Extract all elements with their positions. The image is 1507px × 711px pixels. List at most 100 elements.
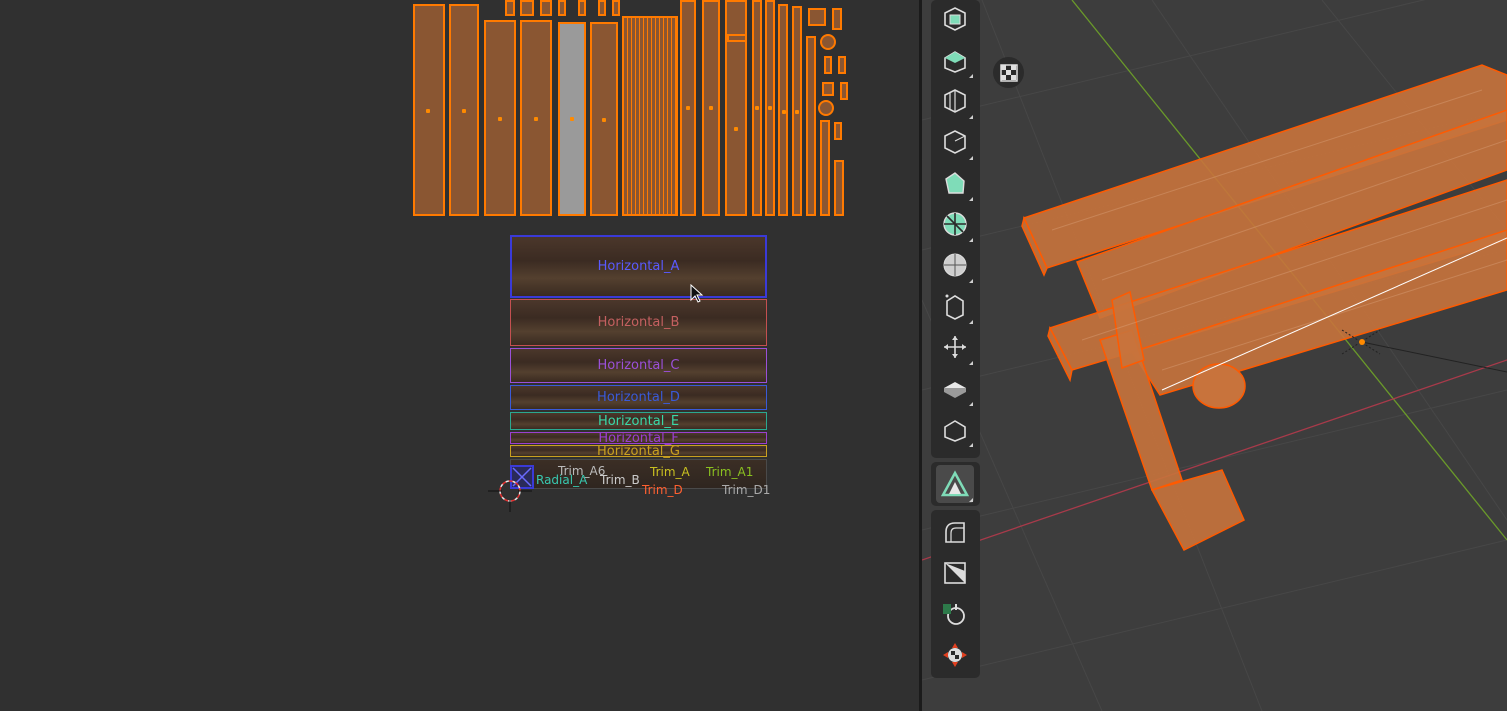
uv-island-small[interactable] bbox=[840, 82, 848, 100]
curve-tool[interactable] bbox=[936, 513, 974, 551]
trim-label: Horizontal_A bbox=[597, 259, 680, 274]
submenu-indicator bbox=[969, 498, 973, 502]
uv-editor[interactable]: Horizontal_A Horizontal_B Horizontal_C H… bbox=[0, 0, 920, 711]
poly-build-tool[interactable] bbox=[936, 246, 974, 284]
submenu-indicator bbox=[969, 361, 973, 365]
uv-island-small[interactable] bbox=[832, 8, 842, 30]
trim-horizontal-e[interactable]: Horizontal_E bbox=[510, 412, 767, 430]
uv-island-center bbox=[686, 106, 690, 110]
submenu-indicator bbox=[969, 156, 973, 160]
uv-island-center bbox=[570, 117, 574, 121]
uv-island-small[interactable] bbox=[598, 0, 606, 16]
checker-toggle-button[interactable] bbox=[993, 57, 1024, 88]
submenu-indicator bbox=[969, 197, 973, 201]
rotate-icon bbox=[943, 604, 965, 625]
trim-label: Horizontal_C bbox=[597, 358, 680, 373]
trim-tool[interactable] bbox=[936, 465, 974, 503]
2d-cursor-icon[interactable] bbox=[488, 478, 534, 512]
uv-island-small[interactable] bbox=[727, 34, 747, 42]
knife-tool[interactable] bbox=[936, 205, 974, 243]
trim-label: Horizontal_E bbox=[597, 413, 680, 429]
3d-viewport[interactable] bbox=[922, 0, 1507, 711]
rotate-tool[interactable] bbox=[936, 595, 974, 633]
trim-horizontal-f[interactable]: Horizontal_F bbox=[510, 431, 767, 446]
uv-island-center bbox=[602, 118, 606, 122]
smooth-tool[interactable] bbox=[936, 328, 974, 366]
trim-label: Trim_A bbox=[650, 465, 690, 479]
uv-island-small[interactable] bbox=[505, 0, 515, 16]
loop-cut-icon bbox=[945, 172, 965, 194]
trim-label: Horizontal_D bbox=[597, 390, 680, 405]
submenu-indicator bbox=[969, 238, 973, 242]
move-cursor-icon bbox=[943, 643, 967, 667]
submenu-indicator bbox=[969, 74, 973, 78]
uv-island[interactable] bbox=[820, 120, 830, 216]
uv-island-center bbox=[709, 106, 713, 110]
bevel-icon bbox=[944, 130, 966, 154]
edge-slide-tool[interactable] bbox=[936, 369, 974, 407]
submenu-indicator bbox=[969, 320, 973, 324]
poly-build-icon bbox=[943, 253, 967, 277]
uv-island-small[interactable] bbox=[838, 56, 846, 74]
uv-island-center bbox=[795, 110, 799, 114]
move-cursor-tool[interactable] bbox=[936, 636, 974, 674]
add-cube-icon bbox=[944, 7, 966, 31]
smooth-icon bbox=[944, 336, 966, 358]
uv-island-small[interactable] bbox=[824, 56, 832, 74]
edge-slide-icon bbox=[944, 382, 966, 398]
bevel-tool[interactable] bbox=[936, 123, 974, 161]
uv-island-small[interactable] bbox=[834, 122, 842, 140]
uv-island-center bbox=[734, 127, 738, 131]
uv-island-round[interactable] bbox=[820, 34, 836, 50]
checker-icon bbox=[999, 63, 1018, 82]
inset-faces-icon bbox=[944, 89, 966, 113]
trim-horizontal-d[interactable]: Horizontal_D bbox=[510, 385, 767, 410]
trim-label: Radial_A bbox=[536, 473, 588, 487]
uv-island[interactable] bbox=[834, 160, 844, 216]
trim-tool-icon bbox=[941, 470, 969, 497]
uv-island-center bbox=[426, 109, 430, 113]
trim-horizontal-b[interactable]: Horizontal_B bbox=[510, 299, 767, 346]
uv-island[interactable] bbox=[806, 36, 816, 216]
uv-island-round[interactable] bbox=[818, 100, 834, 116]
uv-island-small[interactable] bbox=[578, 0, 586, 16]
shrink-fatten-tool[interactable] bbox=[936, 410, 974, 448]
inset-faces-tool[interactable] bbox=[936, 82, 974, 120]
transform-tool[interactable] bbox=[936, 554, 974, 592]
trim-sheet[interactable]: Horizontal_A Horizontal_B Horizontal_C H… bbox=[510, 235, 770, 497]
uv-island-center bbox=[755, 106, 759, 110]
trim-horizontal-g[interactable]: Horizontal_G bbox=[510, 444, 767, 459]
tool-group-extra bbox=[931, 510, 980, 678]
curve-tool-icon bbox=[945, 522, 965, 543]
uv-island-center bbox=[782, 110, 786, 114]
uv-island-small[interactable] bbox=[558, 0, 566, 16]
uv-island-small[interactable] bbox=[612, 0, 620, 16]
uv-island-slats[interactable] bbox=[622, 16, 678, 216]
trim-label: Trim_D1 bbox=[722, 483, 771, 497]
viewport-scene bbox=[922, 0, 1507, 711]
tool-group-trim bbox=[931, 462, 980, 506]
uv-island-small[interactable] bbox=[540, 0, 552, 16]
extrude-region-icon bbox=[944, 51, 966, 73]
add-cube-tool[interactable] bbox=[936, 0, 974, 38]
uv-island-center bbox=[534, 117, 538, 121]
tool-group-main bbox=[931, 0, 980, 458]
shrink-fatten-icon bbox=[944, 420, 966, 442]
trim-label: Trim_D bbox=[642, 483, 683, 497]
uv-island-small[interactable] bbox=[808, 8, 826, 26]
extrude-region-tool[interactable] bbox=[936, 41, 974, 79]
loop-cut-tool[interactable] bbox=[936, 164, 974, 202]
spin-tool[interactable] bbox=[936, 287, 974, 325]
submenu-indicator bbox=[969, 443, 973, 447]
uv-island-small[interactable] bbox=[822, 82, 834, 96]
mouse-pointer-icon bbox=[690, 284, 704, 303]
uv-island-center bbox=[768, 106, 772, 110]
trim-horizontal-c[interactable]: Horizontal_C bbox=[510, 348, 767, 383]
uv-island-center bbox=[498, 117, 502, 121]
submenu-indicator bbox=[969, 279, 973, 283]
uv-island[interactable] bbox=[725, 0, 747, 216]
submenu-indicator bbox=[969, 115, 973, 119]
trim-horizontal-a[interactable]: Horizontal_A bbox=[510, 235, 767, 298]
uv-island-small[interactable] bbox=[520, 0, 534, 16]
transform-icon bbox=[944, 562, 966, 584]
